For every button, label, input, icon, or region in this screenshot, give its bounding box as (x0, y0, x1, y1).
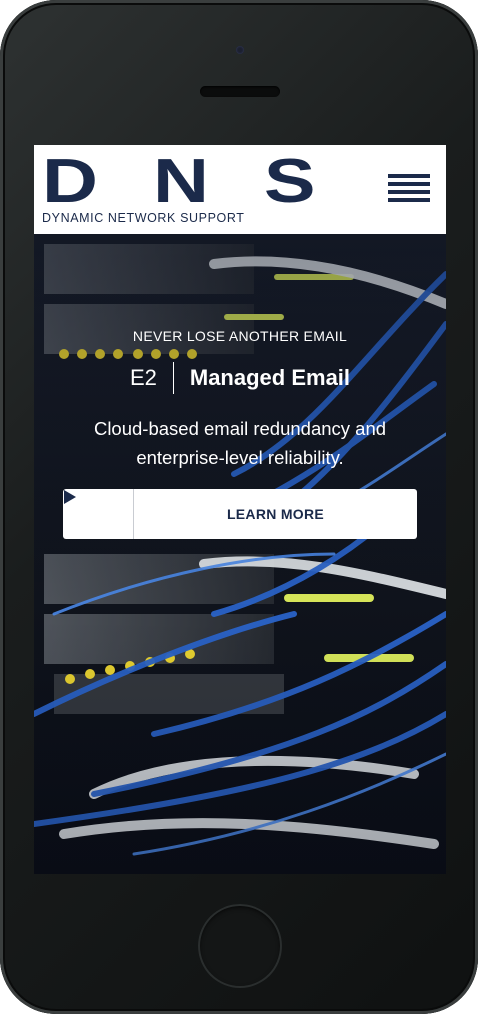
earpiece-speaker (200, 86, 280, 97)
title-divider (172, 362, 174, 394)
dns-logo[interactable]: DNS DYNAMIC NETWORK SUPPORT (42, 151, 316, 229)
hero-title: E2 Managed Email (34, 362, 446, 394)
screen: DNS DYNAMIC NETWORK SUPPORT NEVER LOSE A… (34, 145, 446, 874)
product-code: E2 (129, 365, 157, 390)
learn-more-button[interactable]: LEARN MORE (63, 489, 417, 539)
hamburger-menu-icon[interactable] (388, 174, 430, 206)
hero-section: NEVER LOSE ANOTHER EMAIL E2 Managed Emai… (34, 234, 446, 874)
home-button[interactable] (198, 904, 282, 988)
phone-frame: DNS DYNAMIC NETWORK SUPPORT NEVER LOSE A… (0, 0, 478, 1014)
logo-tagline: DYNAMIC NETWORK SUPPORT (42, 211, 245, 225)
logo-letters: DNS (42, 147, 371, 216)
hero-description: Cloud-based email redundancy and enterpr… (93, 418, 387, 468)
product-name: Managed Email (189, 365, 351, 390)
play-icon[interactable] (63, 489, 134, 539)
front-camera (236, 46, 244, 54)
learn-more-label[interactable]: LEARN MORE (134, 489, 417, 539)
hero-eyebrow: NEVER LOSE ANOTHER EMAIL (132, 328, 348, 344)
site-header: DNS DYNAMIC NETWORK SUPPORT (34, 145, 446, 234)
